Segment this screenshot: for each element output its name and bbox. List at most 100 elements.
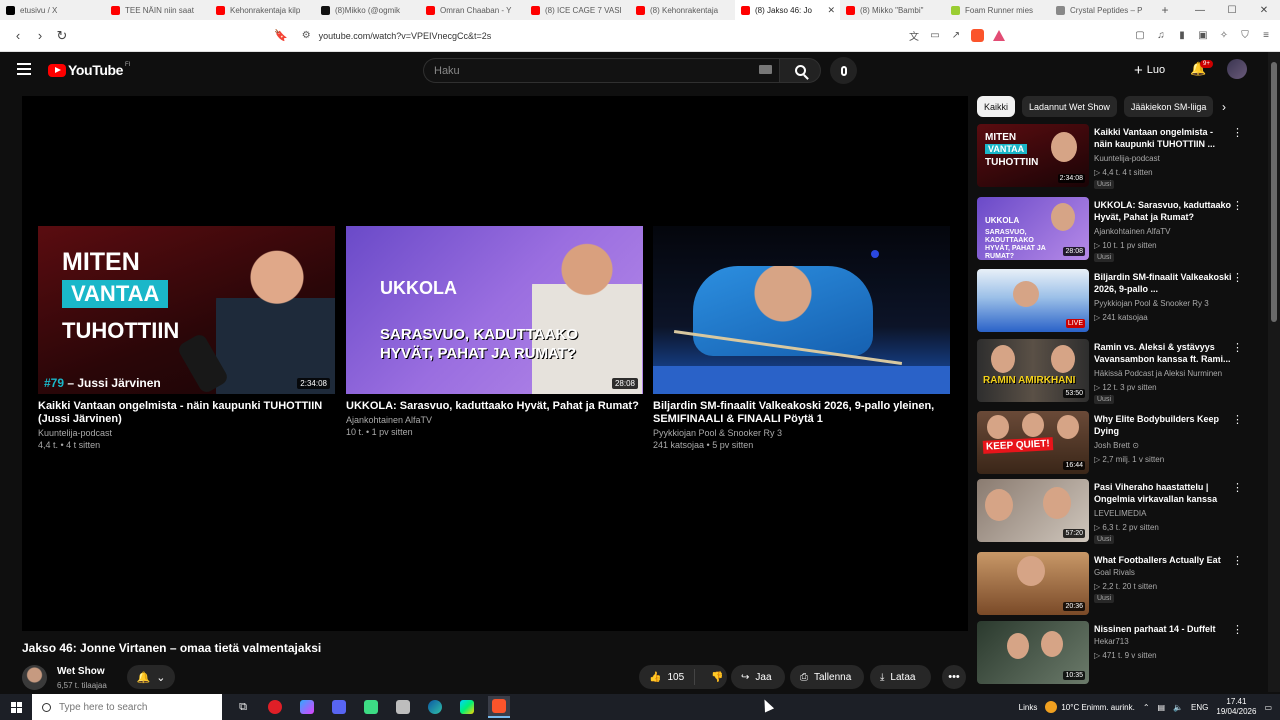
endscreen-thumbnail[interactable]: UKKOLA SARASVUO, KADUTTAAKO HYVÄT, PAHAT…	[346, 226, 643, 394]
site-info-icon[interactable]: ⚙	[302, 30, 311, 41]
volume-icon[interactable]: 🔈	[1173, 703, 1183, 712]
related-title[interactable]: Kaikki Vantaan ongelmista - näin kaupunk…	[1094, 126, 1232, 150]
related-video[interactable]: UKKOLA SARASVUO, KADUTTAAKO HYVÄT, PAHAT …	[977, 197, 1253, 262]
start-button[interactable]	[0, 694, 32, 720]
related-video[interactable]: MITEN VANTAA TUHOTTIIN 2:34:08 Kaikki Vantaa…	[977, 124, 1253, 189]
menu-icon[interactable]: ≡	[1260, 30, 1272, 41]
create-button[interactable]: + Luo	[1128, 58, 1171, 82]
brave-shields-icon[interactable]	[971, 29, 984, 42]
vpn-icon[interactable]: ⛉	[1239, 30, 1251, 41]
share-button[interactable]: ↪ Jaa	[731, 665, 785, 689]
edge-icon[interactable]	[424, 696, 446, 718]
url-text[interactable]: youtube.com/watch?v=VPEIVnecgCc&t=2s	[319, 31, 492, 41]
chevron-right-icon[interactable]: ›	[1222, 100, 1226, 114]
related-channel[interactable]: Josh Brett ⊙	[1094, 441, 1139, 450]
browser-tab[interactable]: etusivu / X	[0, 0, 105, 20]
reload-icon[interactable]: ↻	[52, 28, 72, 44]
sidebar-icon[interactable]: ▮	[1176, 30, 1188, 41]
browser-tab[interactable]: Omran Chaaban - Y	[420, 0, 525, 20]
related-thumbnail[interactable]: 57:20	[977, 479, 1089, 542]
more-options-icon[interactable]: ⋮	[1232, 481, 1243, 494]
hamburger-menu-icon[interactable]	[17, 63, 31, 75]
task-view-icon[interactable]: ⧉	[232, 696, 254, 718]
related-thumbnail[interactable]: UKKOLA SARASVUO, KADUTTAAKO HYVÄT, PAHAT …	[977, 197, 1089, 260]
youtube-logo[interactable]: YouTube FI	[48, 62, 130, 78]
more-options-icon[interactable]: ⋮	[1232, 341, 1243, 354]
related-title[interactable]: UKKOLA: Sarasvuo, kaduttaako Hyvät, Paha…	[1094, 199, 1232, 223]
related-video[interactable]: 20:36 What Footballers Actually Eat Goal R…	[977, 552, 1253, 616]
filter-chip[interactable]: Ladannut Wet Show	[1022, 96, 1117, 117]
taskbar-search[interactable]	[32, 694, 222, 720]
endscreen-channel[interactable]: Pyykkiojan Pool & Snooker Ry 3	[653, 428, 950, 438]
related-title[interactable]: Biljardin SM-finaalit Valkeakoski 2026, …	[1094, 271, 1232, 295]
network-icon[interactable]: ▤	[1158, 703, 1166, 712]
back-icon[interactable]: ‹	[8, 28, 28, 43]
maximize-icon[interactable]: ☐	[1216, 5, 1248, 16]
related-thumbnail[interactable]: RAMIN AMIRKHANI 53:50	[977, 339, 1089, 402]
browser-tab[interactable]: (8) Mikko "Bambi"	[840, 0, 945, 20]
browser-tab[interactable]: TEE NÄIN niin saat	[105, 0, 210, 20]
channel-avatar[interactable]	[22, 665, 47, 690]
taskbar-search-input[interactable]	[59, 701, 209, 713]
clock[interactable]: 17.41 19/04/2026	[1216, 697, 1256, 717]
android-app-icon[interactable]	[360, 696, 382, 718]
endscreen-channel[interactable]: Kuuntelija-podcast	[38, 428, 335, 438]
search-input[interactable]	[423, 58, 779, 83]
related-title[interactable]: Pasi Viheraho haastattelu | Ongelmia vir…	[1094, 481, 1232, 505]
like-button[interactable]: 👍 105	[639, 669, 696, 685]
account-avatar[interactable]	[1227, 59, 1247, 79]
filter-chip[interactable]: Kaikki	[977, 96, 1016, 117]
channel-name[interactable]: Wet Show	[57, 666, 105, 677]
browser-tab[interactable]: (8)Mikko (@ogmik	[315, 0, 420, 20]
share-page-icon[interactable]: ↗	[950, 30, 962, 41]
related-channel[interactable]: Ajankohtainen AlfaTV	[1094, 227, 1171, 236]
discord-icon[interactable]	[328, 696, 350, 718]
endscreen-title[interactable]: UKKOLA: Sarasvuo, kaduttaako Hyvät, Paha…	[346, 400, 643, 413]
related-thumbnail[interactable]: MITEN VANTAA TUHOTTIIN 2:34:08	[977, 124, 1089, 187]
related-video[interactable]: LIVE Biljardin SM-finaalit Valkeakoski 20…	[977, 269, 1253, 333]
shield-app-icon[interactable]	[392, 696, 414, 718]
keyboard-icon[interactable]	[759, 65, 772, 74]
endscreen-card-3[interactable]: Biljardin SM-finaalit Valkeakoski 2026, …	[653, 226, 950, 450]
related-video[interactable]: 10:35 Nissinen parhaat 14 - Duffelt Hekar7…	[977, 621, 1253, 685]
endscreen-card-1[interactable]: MITEN VANTAA TUHOTTIIN #79 – Jussi Järvi…	[38, 226, 335, 450]
endscreen-channel[interactable]: Ajankohtainen AlfaTV	[346, 415, 643, 425]
minimize-icon[interactable]: —	[1184, 5, 1216, 16]
related-video[interactable]: 57:20 Pasi Viheraho haastattelu | Ongelmi…	[977, 479, 1253, 544]
cast-icon[interactable]: ▭	[929, 30, 941, 41]
endscreen-title[interactable]: Biljardin SM-finaalit Valkeakoski 2026, …	[653, 400, 950, 426]
endscreen-thumbnail[interactable]	[653, 226, 950, 394]
weather-widget[interactable]: 10°C Enimm. aurink.	[1045, 701, 1135, 713]
browser-tab[interactable]: Kehonrakentaja kilp	[210, 0, 315, 20]
wallet-icon[interactable]: ▣	[1197, 30, 1209, 41]
more-options-icon[interactable]: ⋮	[1232, 126, 1243, 139]
related-thumbnail[interactable]: LIVE	[977, 269, 1089, 332]
more-options-icon[interactable]: ⋮	[1232, 199, 1243, 212]
related-channel[interactable]: Pyykkiojan Pool & Snooker Ry 3	[1094, 299, 1209, 308]
save-button[interactable]: ⎙ Tallenna	[790, 665, 864, 689]
translate-icon[interactable]: 文	[908, 28, 920, 43]
more-options-icon[interactable]: ⋮	[1232, 413, 1243, 426]
browser-tab[interactable]: (8) Kehonrakentaja	[630, 0, 735, 20]
close-window-icon[interactable]: ✕	[1248, 5, 1280, 16]
notification-center-icon[interactable]: ▭	[1264, 703, 1272, 712]
download-button[interactable]: ⤓ Lataa	[870, 665, 931, 689]
endscreen-thumbnail[interactable]: MITEN VANTAA TUHOTTIIN #79 – Jussi Järvi…	[38, 226, 335, 394]
related-video[interactable]: RAMIN AMIRKHANI 53:50 Ramin vs. Aleksi & y…	[977, 339, 1253, 404]
related-thumbnail[interactable]: KEEP QUIET! 16:44	[977, 411, 1089, 474]
language-indicator[interactable]: ENG	[1191, 703, 1208, 712]
address-bar[interactable]: 🔖 ⚙ youtube.com/watch?v=VPEIVnecgCc&t=2s	[274, 25, 894, 47]
dislike-button[interactable]: 👎	[701, 672, 733, 683]
related-thumbnail[interactable]: 20:36	[977, 552, 1089, 615]
video-player[interactable]: MITEN VANTAA TUHOTTIIN #79 – Jussi Järvi…	[22, 96, 968, 631]
endscreen-title[interactable]: Kaikki Vantaan ongelmista - näin kaupunk…	[38, 400, 335, 426]
more-actions-button[interactable]: •••	[942, 665, 966, 689]
brave-rewards-icon[interactable]	[993, 30, 1005, 41]
browser-tab[interactable]: Foam Runner mies	[945, 0, 1050, 20]
more-options-icon[interactable]: ⋮	[1232, 271, 1243, 284]
subscribed-button[interactable]: 🔔 ⌄	[127, 665, 175, 689]
more-options-icon[interactable]: ⋮	[1232, 554, 1243, 567]
related-title[interactable]: Ramin vs. Aleksi & ystävyys Vavansambon …	[1094, 341, 1232, 365]
voice-search-button[interactable]	[830, 57, 857, 84]
close-tab-icon[interactable]: ✕	[827, 5, 835, 16]
